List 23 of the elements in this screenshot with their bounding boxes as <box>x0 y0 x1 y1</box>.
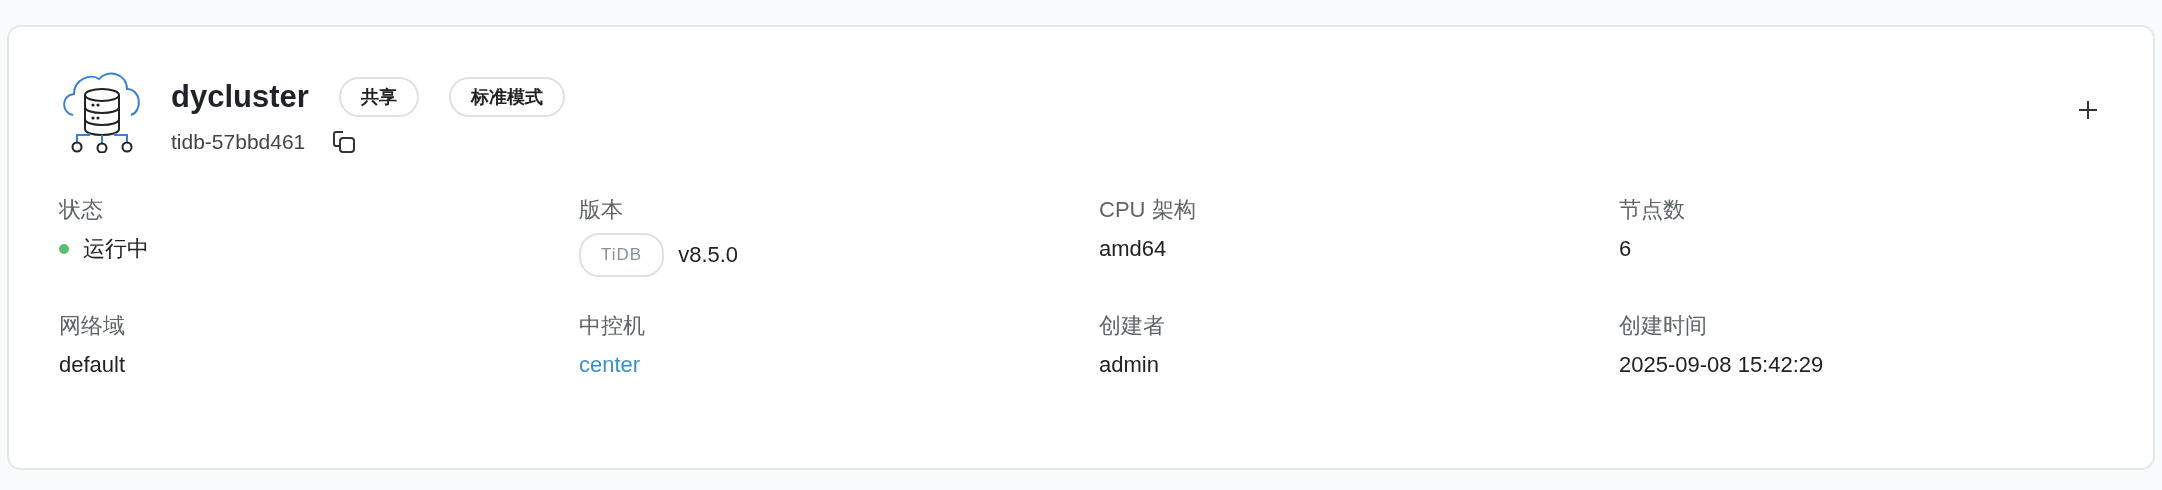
product-tag: TiDB <box>579 233 665 277</box>
field-value: default <box>59 351 126 379</box>
cluster-tag: 共享 <box>338 77 419 117</box>
field-value: 6 <box>1619 235 1632 263</box>
add-icon[interactable] <box>2077 99 2099 121</box>
field-label: CPU 架构 <box>1099 196 1197 224</box>
field-label: 版本 <box>579 196 624 224</box>
version-text: v8.5.0 <box>678 241 739 269</box>
field-value: admin <box>1099 351 1159 379</box>
field-value: amd64 <box>1099 235 1167 263</box>
status-text: 运行中 <box>83 235 149 263</box>
field-label: 节点数 <box>1619 196 1686 224</box>
field-label: 网络域 <box>59 312 126 340</box>
cluster-name: dycluster <box>171 79 309 115</box>
field-value: 2025-09-08 15:42:29 <box>1619 351 1824 379</box>
field-label: 状态 <box>59 196 104 224</box>
cluster-tag: 标准模式 <box>448 77 565 117</box>
copy-icon[interactable] <box>331 129 358 155</box>
field-label: 创建者 <box>1099 312 1166 340</box>
field-label: 中控机 <box>579 312 646 340</box>
field-label: 创建时间 <box>1619 312 1708 340</box>
host-link[interactable]: center <box>579 349 641 381</box>
cluster-id: tidb-57bbd461 <box>171 130 306 154</box>
